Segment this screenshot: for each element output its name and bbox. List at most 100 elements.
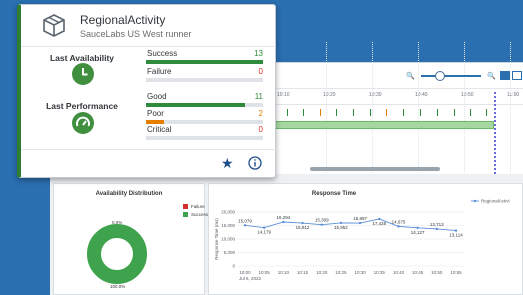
- x-tick-label: 10:55: [450, 270, 462, 275]
- x-tick-label: 10:15: [297, 270, 309, 275]
- x-tick-label: 10:45: [412, 270, 424, 275]
- y-tick-label: 0: [232, 264, 235, 269]
- popover-subtitle: SauceLabs US West runner: [80, 29, 192, 39]
- run-marker[interactable]: [336, 109, 337, 116]
- data-label: 17,428: [372, 221, 386, 226]
- data-label: 14,675: [392, 219, 406, 224]
- data-label: 15,952: [334, 225, 348, 230]
- data-point: [243, 224, 247, 227]
- run-marker[interactable]: [370, 109, 371, 116]
- metric-label: Critical: [147, 125, 172, 134]
- data-label: 13,114: [449, 233, 463, 238]
- speedometer-icon: [72, 112, 94, 134]
- info-icon[interactable]: [248, 156, 262, 172]
- timeline-scrollbar[interactable]: [310, 167, 440, 171]
- timeline-tick-label: 10:10: [277, 92, 290, 98]
- zoom-slider-track[interactable]: [421, 75, 481, 77]
- metric-bar: [146, 120, 263, 124]
- run-marker[interactable]: [320, 109, 321, 116]
- x-tick-label: 10:00: [239, 270, 251, 275]
- pie-label-failure: 0.0%: [112, 220, 123, 225]
- last-availability-heading: Last Availability: [49, 53, 115, 63]
- metric-bar: [146, 60, 263, 64]
- donut-slice-success: [87, 224, 147, 284]
- x-tick-label: 10:40: [393, 270, 405, 275]
- zoom-out-icon[interactable]: 🔍: [406, 72, 415, 80]
- metric-value: 0: [258, 67, 263, 76]
- data-label: 15,897: [353, 216, 367, 221]
- run-marker[interactable]: [287, 109, 288, 116]
- x-tick-label: 10:20: [316, 270, 328, 275]
- x-tick-label: 10:10: [278, 270, 290, 275]
- metric-label: Good: [147, 92, 167, 101]
- pie-label-success: 100.0%: [110, 284, 126, 289]
- metric-bar-fill: [146, 120, 164, 124]
- data-label: 15,912: [296, 225, 310, 230]
- run-marker[interactable]: [437, 109, 438, 116]
- metric-bar: [146, 78, 263, 82]
- clock-icon: [72, 63, 94, 85]
- divider: [21, 149, 276, 150]
- y-tick-label: 15,000: [221, 223, 235, 228]
- run-marker[interactable]: [386, 109, 387, 116]
- data-point: [320, 223, 323, 226]
- favorite-star-icon[interactable]: ★: [221, 156, 234, 170]
- response-time-chart: 20,000 15,000 10,000 5,000 0 Response Time (m…: [214, 199, 510, 282]
- availability-distribution-card: Availability Distribution Failure Succes…: [53, 183, 208, 295]
- metric-bar: [146, 136, 263, 140]
- metric-bar-fill: [146, 60, 263, 64]
- legend-label: RegionalActivi: [481, 199, 510, 204]
- x-tick-label: 10:05: [259, 270, 271, 275]
- test-details-popover: RegionalActivity SauceLabs US West runne…: [17, 4, 276, 178]
- y-tick-label: 10,000: [221, 237, 235, 242]
- y-tick-label: 20,000: [221, 210, 235, 215]
- run-marker[interactable]: [454, 109, 455, 116]
- dashboard-lower-area: Availability Distribution Failure Succes…: [50, 174, 523, 295]
- execution-bar[interactable]: [272, 121, 494, 129]
- data-point: [339, 221, 343, 225]
- timeline-toolbar: [272, 63, 523, 89]
- zoom-slider-handle[interactable]: [435, 71, 445, 81]
- x-date-label: Jul 6, 2022: [239, 276, 262, 281]
- metric-bar-fill: [146, 103, 246, 107]
- run-marker[interactable]: [420, 109, 421, 116]
- timeline-tick-label: 10:40: [415, 92, 428, 98]
- run-marker[interactable]: [303, 109, 304, 116]
- data-label: 15,079: [238, 218, 252, 223]
- metric-critical: Critical 0: [146, 125, 263, 147]
- run-marker[interactable]: [403, 109, 404, 116]
- data-point: [454, 229, 458, 232]
- run-marker[interactable]: [353, 109, 354, 116]
- view-toggle-button[interactable]: [512, 71, 522, 80]
- timeline-panel: 10:10 10:20 10:30 10:40 10:50 11:00: [272, 62, 523, 174]
- metric-label: Failure: [147, 67, 172, 76]
- x-tick-label: 10:50: [431, 270, 443, 275]
- view-toggle-button[interactable]: [500, 71, 510, 80]
- data-point: [416, 226, 419, 230]
- run-marker[interactable]: [470, 109, 471, 116]
- data-point: [262, 226, 266, 229]
- data-label: 15,309: [315, 218, 329, 223]
- data-label: 14,179: [257, 230, 271, 235]
- data-point: [397, 225, 400, 228]
- data-label: 14,127: [411, 230, 425, 235]
- y-axis-label: Response Time (ms): [214, 218, 219, 260]
- x-tick-label: 10:35: [374, 270, 386, 275]
- metric-value: 2: [258, 109, 263, 118]
- metric-label: Poor: [147, 109, 164, 118]
- divider: [21, 46, 276, 47]
- timeline-tick-label: 10:30: [369, 92, 382, 98]
- data-label: 13,713: [430, 222, 444, 227]
- y-tick-label: 5,000: [224, 250, 236, 255]
- metric-bar: [146, 103, 263, 107]
- popover-title: RegionalActivity: [80, 13, 166, 27]
- run-marker[interactable]: [486, 109, 487, 116]
- availability-donut: [87, 224, 147, 284]
- metric-value: 11: [254, 92, 263, 101]
- metric-value: 13: [254, 49, 263, 58]
- zoom-in-icon[interactable]: 🔍: [487, 72, 496, 80]
- data-label: 16,294: [276, 215, 290, 220]
- data-point: [301, 221, 304, 225]
- data-point: [435, 227, 439, 231]
- data-point: [358, 221, 362, 225]
